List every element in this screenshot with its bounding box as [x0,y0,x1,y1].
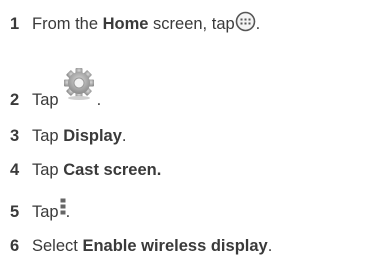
step-6: 6 Select Enable wireless display. [10,234,272,258]
step-number: 6 [10,236,20,255]
step-number: 1 [10,14,20,33]
display-label: Display [63,126,122,145]
home-label: Home [102,14,149,33]
enable-wireless-display-label: Enable wireless display [82,236,268,255]
step-4: 4 Tap Cast screen. [10,158,161,182]
step-text: From the Home screen, tap [32,14,235,33]
step-text: Tap Cast screen. [32,160,162,179]
step-number: 2 [10,90,20,109]
step-text: Select Enable wireless display. [32,236,273,255]
step-number: 5 [10,202,20,221]
step-5: 5 Tap . [10,198,70,224]
settings-gear-icon [61,67,97,106]
menu-icon [60,198,66,221]
cast-screen-label: Cast screen. [63,160,162,179]
step-1: 1 From the Home screen, tap . [10,11,260,37]
step-number: 3 [10,126,20,145]
step-text: Tap Display. [32,126,127,145]
apps-icon [235,11,256,37]
step-number: 4 [10,160,20,179]
step-2: 2 Tap . [10,67,101,112]
step-3: 3 Tap Display. [10,124,126,148]
